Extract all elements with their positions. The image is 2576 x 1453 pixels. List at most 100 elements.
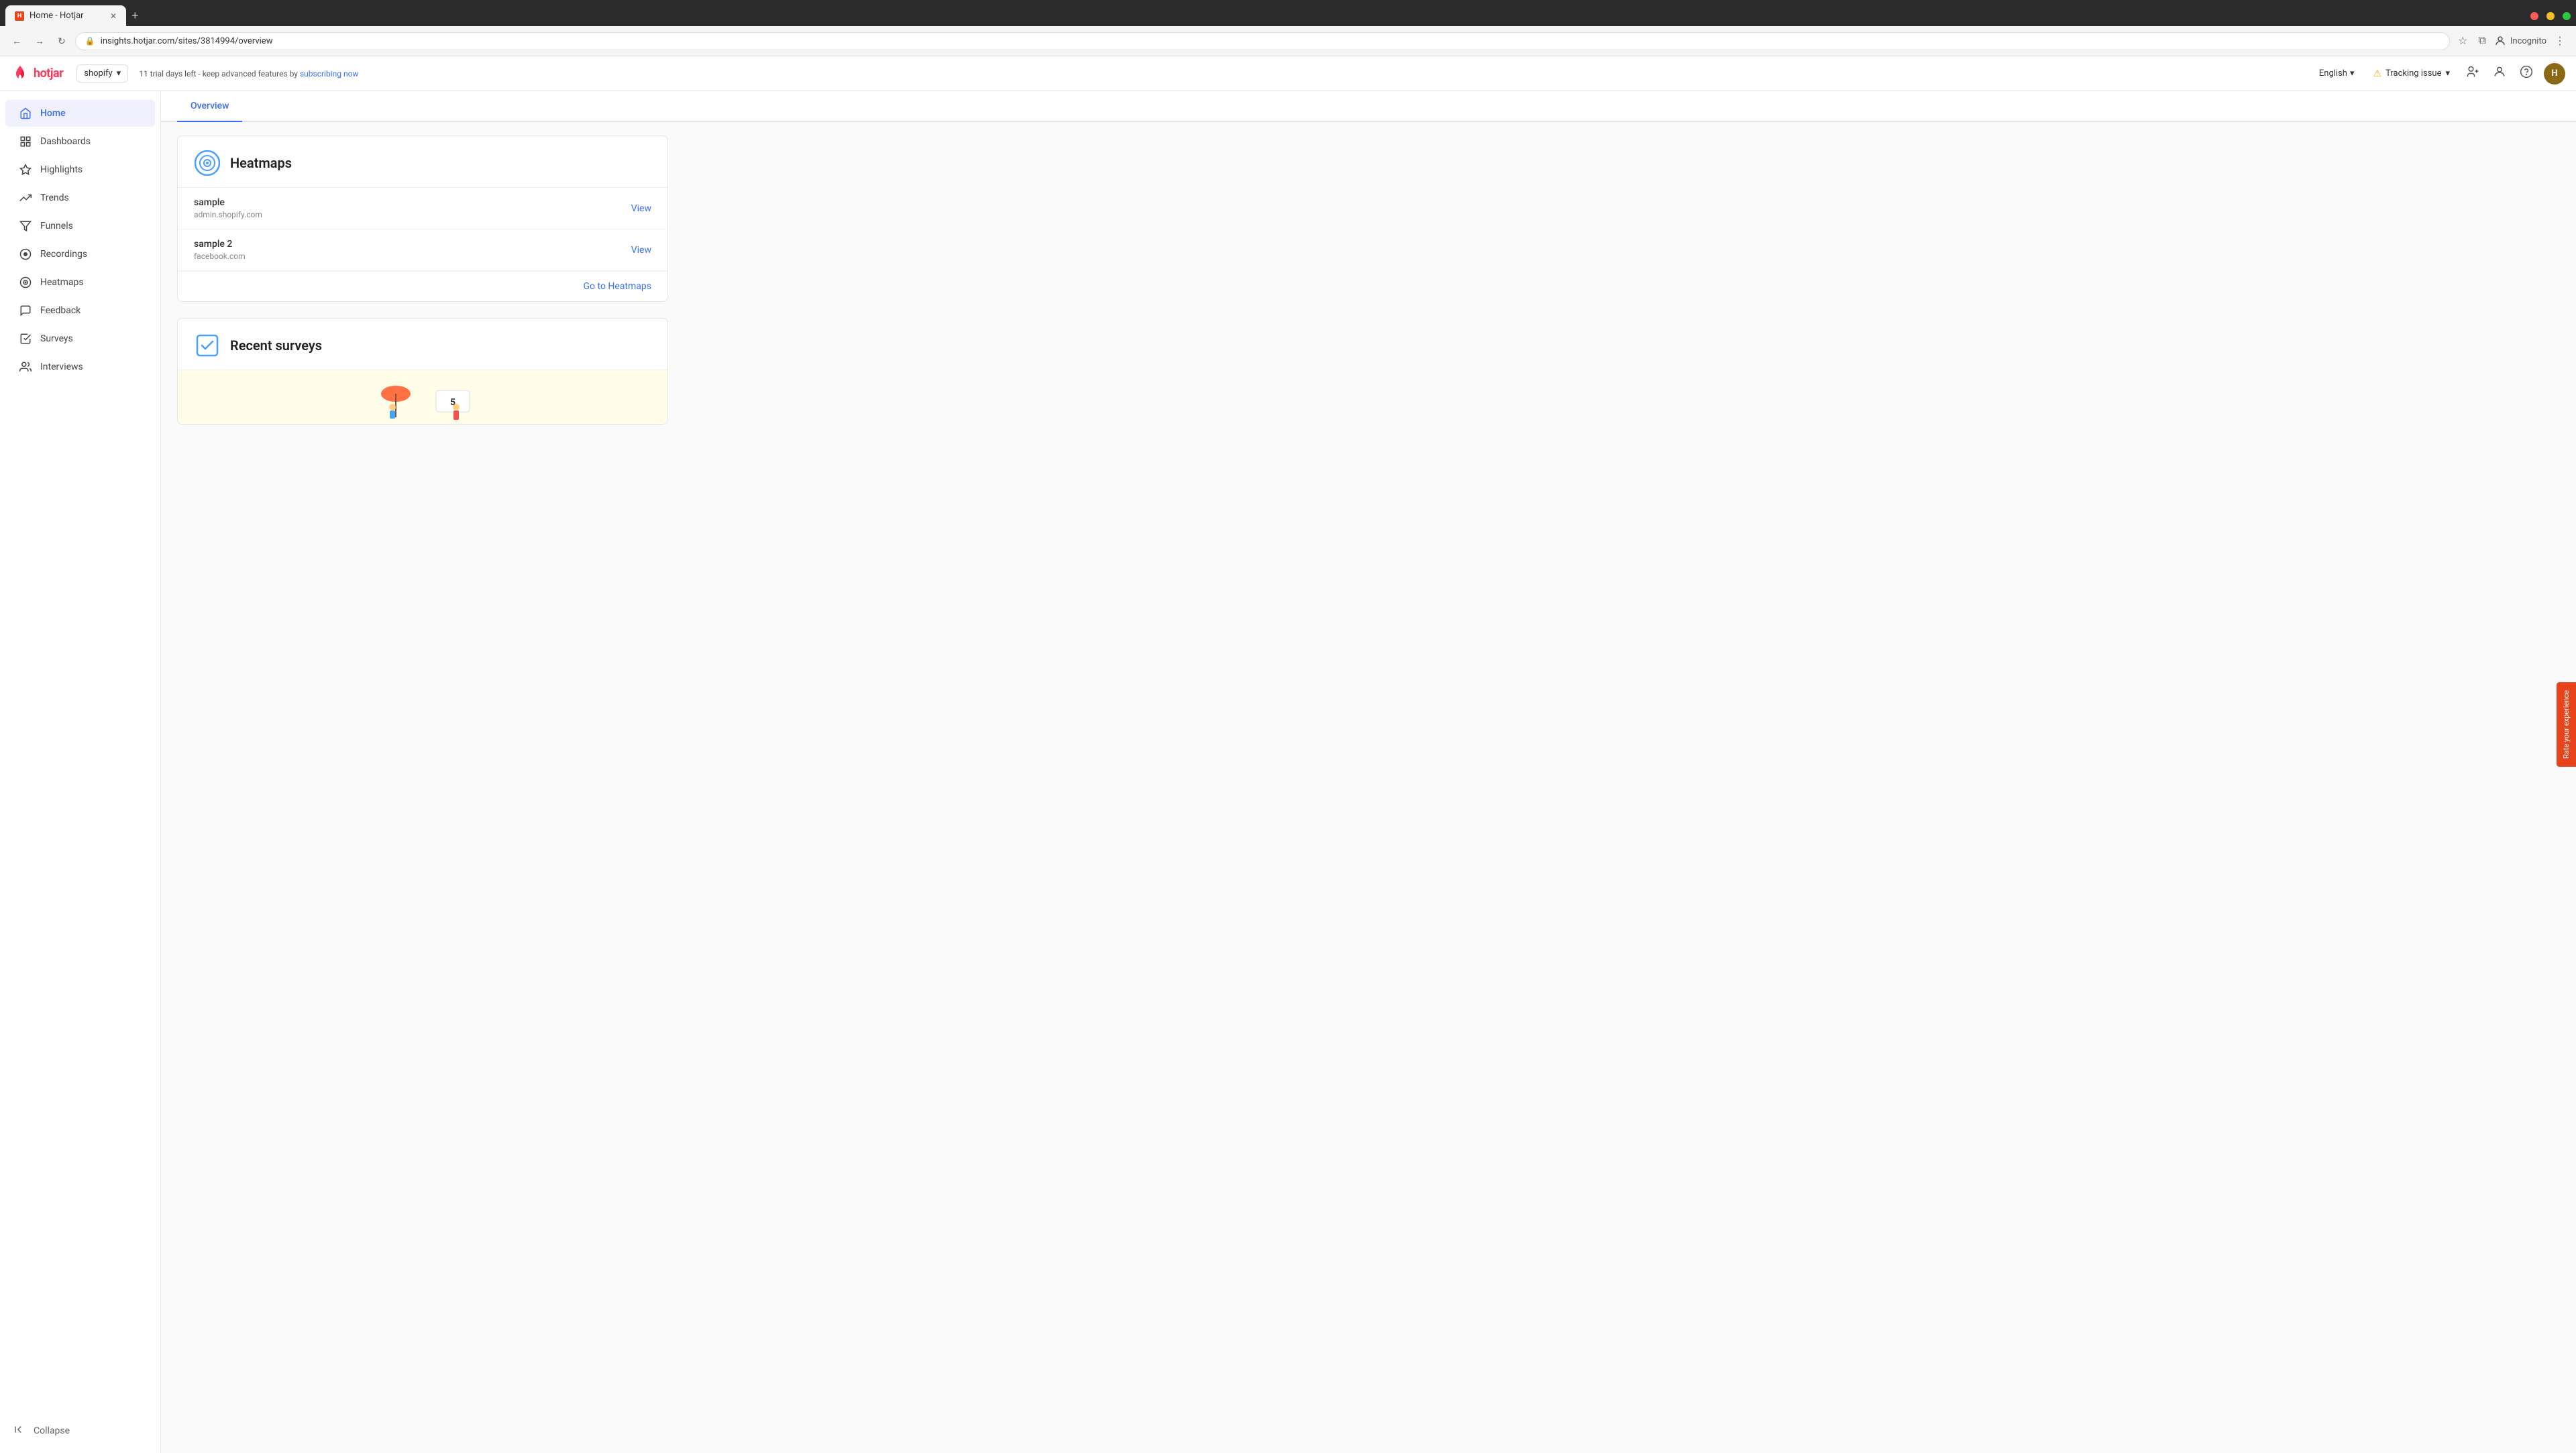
browser-tab-bar: H Home - Hotjar ✕ + — [0, 0, 2576, 26]
window-maximize-button[interactable] — [2563, 12, 2571, 20]
site-selector[interactable]: shopify ▾ — [76, 64, 128, 83]
heatmap-url-1: facebook.com — [194, 252, 631, 261]
dashboards-icon — [19, 135, 32, 148]
heatmap-view-link-0[interactable]: View — [631, 203, 651, 214]
window-controls — [2530, 12, 2571, 20]
site-chevron-icon: ▾ — [117, 68, 121, 78]
sidebar-dashboards-label: Dashboards — [40, 136, 91, 147]
home-icon — [19, 107, 32, 120]
surveys-section-icon — [194, 332, 221, 359]
back-button[interactable]: ← — [8, 33, 25, 49]
window-close-button[interactable] — [2530, 12, 2538, 20]
go-to-heatmaps-link[interactable]: Go to Heatmaps — [584, 281, 651, 292]
invite-users-button[interactable] — [2463, 62, 2482, 85]
trial-text: 11 trial days left - keep advanced featu… — [139, 69, 300, 78]
url-text: insights.hotjar.com/sites/3814994/overvi… — [101, 36, 273, 46]
heatmaps-section-header: Heatmaps — [178, 136, 667, 188]
heatmaps-section-title: Heatmaps — [230, 155, 292, 171]
feedback-icon — [19, 304, 32, 317]
heatmap-url-0: admin.shopify.com — [194, 210, 631, 219]
sidebar-highlights-label: Highlights — [40, 164, 83, 175]
rate-experience-tab[interactable]: Rate your experience — [2557, 682, 2576, 767]
tab-title: Home - Hotjar — [30, 11, 84, 21]
heatmap-name-1: sample 2 — [194, 239, 631, 250]
tracking-chevron-icon: ▾ — [2445, 68, 2450, 78]
funnels-icon — [19, 219, 32, 233]
site-name: shopify — [84, 68, 112, 78]
sidebar-heatmaps-label: Heatmaps — [40, 277, 84, 288]
sections-container: Heatmaps sample admin.shopify.com View s… — [161, 122, 684, 454]
sidebar-recordings-label: Recordings — [40, 249, 87, 260]
main-layout: Home Dashboards Highlights — [0, 91, 2576, 1453]
sidebar-collapse-button[interactable]: Collapse — [0, 1417, 160, 1445]
app-header: hotjar shopify ▾ 11 trial days left - ke… — [0, 56, 2576, 91]
browser-toolbar: ← → ↻ 🔒 insights.hotjar.com/sites/381499… — [0, 26, 2576, 56]
reload-button[interactable]: ↻ — [54, 33, 70, 50]
surveys-section-title: Recent surveys — [230, 337, 322, 354]
extensions-button[interactable]: ⧉ — [2475, 32, 2488, 50]
tracking-issue-button[interactable]: ⚠ Tracking issue ▾ — [2368, 66, 2456, 82]
sidebar-interviews-label: Interviews — [40, 362, 83, 372]
sidebar-item-heatmaps[interactable]: Heatmaps — [5, 269, 155, 296]
toolbar-actions: ☆ ⧉ Incognito ⋮ — [2455, 32, 2568, 50]
sidebar-item-feedback[interactable]: Feedback — [5, 297, 155, 324]
incognito-indicator: Incognito — [2494, 35, 2546, 47]
sidebar: Home Dashboards Highlights — [0, 91, 161, 1453]
active-tab[interactable]: H Home - Hotjar ✕ — [5, 5, 126, 26]
avatar[interactable]: H — [2544, 63, 2565, 85]
surveys-illustration: 5 — [356, 370, 490, 424]
sidebar-trends-label: Trends — [40, 193, 69, 203]
heatmap-name-0: sample — [194, 197, 631, 208]
sidebar-item-interviews[interactable]: Interviews — [5, 354, 155, 380]
sidebar-item-dashboards[interactable]: Dashboards — [5, 128, 155, 155]
header-actions: English ▾ ⚠ Tracking issue ▾ — [2314, 62, 2565, 85]
tab-favicon: H — [15, 11, 24, 21]
heatmap-view-link-1[interactable]: View — [631, 245, 651, 256]
sidebar-item-trends[interactable]: Trends — [5, 184, 155, 211]
surveys-section-card: Recent surveys — [177, 318, 668, 425]
sidebar-item-recordings[interactable]: Recordings — [5, 241, 155, 268]
tracking-label: Tracking issue — [2385, 68, 2441, 78]
heatmap-info-1: sample 2 facebook.com — [194, 239, 631, 261]
heatmap-item-1: sample 2 facebook.com View — [178, 229, 667, 271]
lock-icon: 🔒 — [85, 36, 95, 46]
forward-button[interactable]: → — [31, 33, 48, 49]
surveys-preview: 5 — [178, 370, 667, 424]
trial-banner: 11 trial days left - keep advanced featu… — [139, 69, 2314, 78]
heatmaps-section-footer: Go to Heatmaps — [178, 271, 667, 301]
sidebar-item-home[interactable]: Home — [5, 100, 155, 127]
sidebar-surveys-label: Surveys — [40, 333, 73, 344]
heatmaps-section-card: Heatmaps sample admin.shopify.com View s… — [177, 136, 668, 302]
content-area: Overview Heatmaps — [161, 91, 2576, 1453]
help-button[interactable] — [2517, 62, 2536, 85]
bookmark-button[interactable]: ☆ — [2455, 32, 2470, 50]
new-tab-button[interactable]: + — [126, 6, 144, 25]
sidebar-item-funnels[interactable]: Funnels — [5, 213, 155, 239]
hotjar-logo: hotjar — [11, 64, 63, 83]
surveys-icon — [19, 332, 32, 345]
window-minimize-button[interactable] — [2546, 12, 2555, 20]
language-selector[interactable]: English ▾ — [2314, 66, 2360, 81]
tab-close-button[interactable]: ✕ — [110, 11, 117, 21]
recordings-icon — [19, 248, 32, 261]
account-button[interactable] — [2490, 62, 2509, 85]
language-label: English — [2319, 68, 2347, 78]
collapse-arrow-icon — [13, 1423, 25, 1438]
top-tabs: Overview — [161, 91, 2576, 122]
language-chevron-icon: ▾ — [2350, 68, 2355, 78]
collapse-label: Collapse — [34, 1425, 70, 1436]
incognito-label: Incognito — [2510, 36, 2546, 46]
trends-icon — [19, 191, 32, 205]
sidebar-item-highlights[interactable]: Highlights — [5, 156, 155, 183]
address-bar[interactable]: 🔒 insights.hotjar.com/sites/3814994/over… — [75, 32, 2450, 50]
logo-text: hotjar — [34, 66, 63, 80]
sidebar-funnels-label: Funnels — [40, 221, 73, 231]
menu-button[interactable]: ⋮ — [2552, 32, 2568, 50]
heatmap-info-0: sample admin.shopify.com — [194, 197, 631, 219]
tab-overview[interactable]: Overview — [177, 91, 242, 122]
heatmaps-section-icon — [194, 150, 221, 176]
heatmaps-icon — [19, 276, 32, 289]
sidebar-item-surveys[interactable]: Surveys — [5, 325, 155, 352]
hotjar-flame-icon — [11, 64, 30, 83]
subscribe-link[interactable]: subscribing now — [300, 69, 359, 78]
